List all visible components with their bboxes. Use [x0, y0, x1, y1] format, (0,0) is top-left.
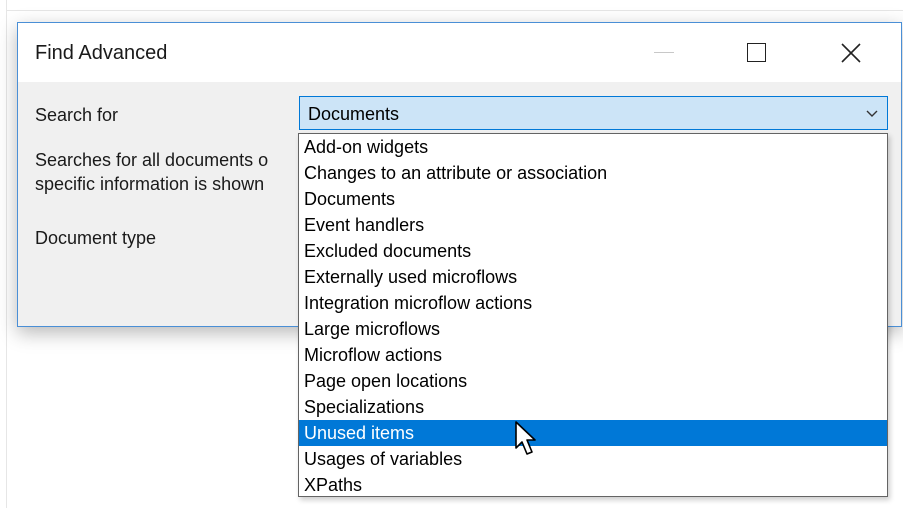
dropdown-option[interactable]: Excluded documents [299, 238, 887, 264]
dropdown-option[interactable]: Specializations [299, 394, 887, 420]
dropdown-option[interactable]: Changes to an attribute or association [299, 160, 887, 186]
document-type-label: Document type [35, 228, 157, 248]
maximize-button[interactable] [725, 23, 787, 82]
dropdown-option[interactable]: Event handlers [299, 212, 887, 238]
search-for-dropdown-list: Add-on widgets Changes to an attribute o… [298, 133, 888, 497]
search-for-label: Search for [35, 105, 119, 125]
minimize-icon [654, 52, 674, 53]
dropdown-option[interactable]: Microflow actions [299, 342, 887, 368]
search-for-selected-value: Documents [308, 104, 400, 124]
close-icon [841, 42, 861, 63]
dropdown-option[interactable]: Add-on widgets [299, 134, 887, 160]
description-line-1: Searches for all documents o [35, 150, 269, 170]
dropdown-option[interactable]: XPaths [299, 472, 887, 498]
minimize-button[interactable] [633, 23, 695, 82]
dropdown-option[interactable]: Large microflows [299, 316, 887, 342]
maximize-icon [746, 43, 766, 62]
dropdown-option[interactable]: Usages of variables [299, 446, 887, 472]
dropdown-option[interactable]: Externally used microflows [299, 264, 887, 290]
background-edge-left [6, 0, 7, 508]
mouse-pointer-icon [515, 421, 536, 455]
description-line-2: specific information is shown [35, 174, 265, 194]
dropdown-option-highlighted[interactable]: Unused items [299, 420, 887, 446]
search-for-combobox[interactable]: Documents [299, 96, 888, 130]
title-bar: Find Advanced [18, 23, 901, 82]
close-button[interactable] [820, 23, 882, 82]
window-title: Find Advanced [35, 42, 168, 64]
dropdown-option[interactable]: Documents [299, 186, 887, 212]
background-edge-top [6, 10, 903, 11]
dropdown-option[interactable]: Integration microflow actions [299, 290, 887, 316]
dropdown-option[interactable]: Page open locations [299, 368, 887, 394]
chevron-down-icon [866, 110, 878, 117]
